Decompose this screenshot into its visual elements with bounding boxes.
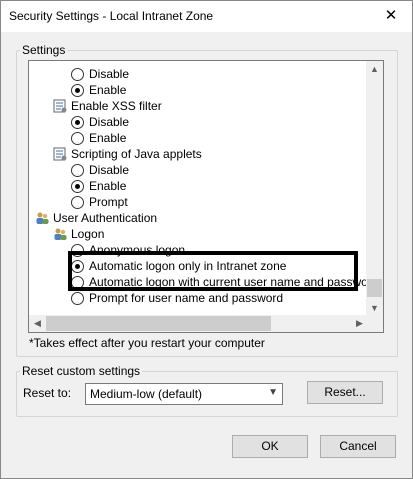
radio-checked[interactable] xyxy=(71,180,84,193)
radio-checked[interactable] xyxy=(71,116,84,129)
reset-level-select[interactable]: Medium-low (default) ▼ xyxy=(85,383,283,405)
radio-unchecked[interactable] xyxy=(71,292,84,305)
chevron-down-icon: ▼ xyxy=(268,387,278,398)
setting-label: Scripting of Java applets xyxy=(71,147,202,161)
radio-unchecked[interactable] xyxy=(71,196,84,209)
title-bar: Security Settings - Local Intranet Zone … xyxy=(1,1,412,32)
radio-unchecked[interactable] xyxy=(71,244,84,257)
radio-unchecked[interactable] xyxy=(71,164,84,177)
option-label: Disable xyxy=(89,115,130,129)
radio-unchecked[interactable] xyxy=(71,132,84,145)
option-label: Prompt xyxy=(89,195,128,209)
settings-list[interactable]: Disable Enable Enable XSS filter Disable Ena… xyxy=(28,60,384,333)
scroll-left-arrow-icon[interactable]: ◀ xyxy=(29,315,46,332)
reset-group-label: Reset custom settings xyxy=(20,364,143,378)
option-label: Disable xyxy=(89,67,130,81)
radio-unchecked[interactable] xyxy=(71,68,84,81)
ok-button[interactable]: OK xyxy=(232,435,308,458)
setting-icon xyxy=(53,147,67,161)
restart-note: *Takes effect after you restart your com… xyxy=(29,336,265,350)
vertical-scrollbar[interactable]: ▲ ▼ xyxy=(366,61,383,317)
option-label: Enable xyxy=(89,179,127,193)
radio-unchecked[interactable] xyxy=(71,276,84,289)
settings-group-label: Settings xyxy=(20,43,68,57)
reset-button[interactable]: Reset... xyxy=(307,381,383,404)
vertical-scroll-thumb[interactable] xyxy=(367,279,382,297)
close-icon[interactable]: ✕ xyxy=(380,5,402,27)
category-label: User Authentication xyxy=(53,211,158,225)
scrollbar-corner xyxy=(366,315,383,332)
window-title: Security Settings - Local Intranet Zone xyxy=(9,9,214,23)
setting-icon xyxy=(53,99,67,113)
option-label: Disable xyxy=(89,163,130,177)
option-label: Automatic logon with current user name a… xyxy=(89,275,379,289)
horizontal-scrollbar[interactable]: ◀ ▶ xyxy=(29,315,368,332)
option-label: Automatic logon only in Intranet zone xyxy=(89,259,287,273)
scroll-up-arrow-icon[interactable]: ▲ xyxy=(366,61,383,78)
radio-checked[interactable] xyxy=(71,260,84,273)
option-label: Prompt for user name and password xyxy=(89,291,284,305)
option-label: Enable xyxy=(89,83,127,97)
cancel-button[interactable]: Cancel xyxy=(320,435,396,458)
option-label: Enable xyxy=(89,131,127,145)
setting-label: Enable XSS filter xyxy=(71,99,162,113)
reset-level-value: Medium-low (default) xyxy=(90,387,203,401)
option-label: Anonymous logon xyxy=(89,243,186,257)
security-settings-dialog: Security Settings - Local Intranet Zone … xyxy=(0,0,413,479)
subcategory-label: Logon xyxy=(71,227,105,241)
users-icon xyxy=(35,211,49,225)
reset-to-label: Reset to: xyxy=(23,386,72,400)
users-icon xyxy=(53,227,67,241)
horizontal-scroll-thumb[interactable] xyxy=(46,316,271,331)
radio-checked[interactable] xyxy=(71,84,84,97)
